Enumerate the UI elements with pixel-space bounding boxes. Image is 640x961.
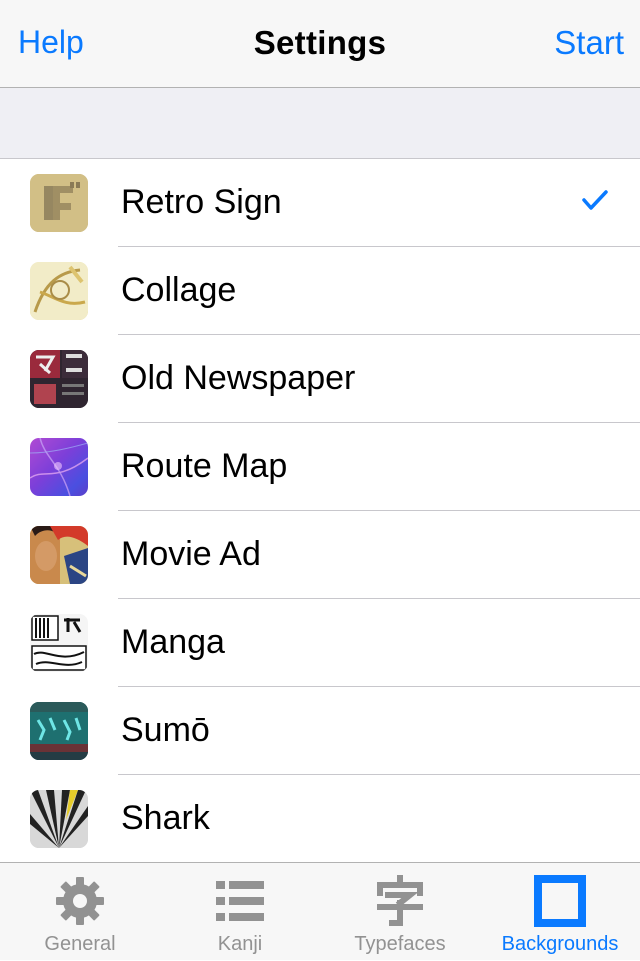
- retro-sign-thumbnail: [30, 174, 88, 232]
- background-label: Retro Sign: [121, 183, 282, 221]
- background-row-route-map[interactable]: Route Map: [0, 423, 640, 511]
- gear-icon: [56, 877, 104, 925]
- section-header-spacer: [0, 88, 640, 159]
- shark-thumbnail: [30, 790, 88, 848]
- square-icon: [534, 875, 586, 927]
- list-icon: [216, 881, 264, 921]
- background-label: Movie Ad: [121, 535, 261, 573]
- tab-general[interactable]: General: [0, 863, 160, 961]
- background-label: Shark: [121, 799, 210, 837]
- start-button[interactable]: Start: [554, 24, 624, 62]
- tab-backgrounds[interactable]: Backgrounds: [480, 863, 640, 961]
- background-label: Route Map: [121, 447, 288, 485]
- page-title: Settings: [253, 24, 387, 61]
- tab-label: Typefaces: [354, 933, 446, 955]
- background-row-manga[interactable]: Manga: [0, 599, 640, 687]
- navigation-bar: Help Settings Start: [0, 0, 640, 88]
- background-label: Sumō: [121, 711, 210, 749]
- tab-label: Kanji: [217, 933, 263, 955]
- manga-thumbnail: [30, 614, 88, 672]
- background-label: Collage: [121, 271, 237, 309]
- background-row-sumo[interactable]: Sumō: [0, 687, 640, 775]
- tab-label: Backgrounds: [501, 933, 619, 955]
- background-row-movie-ad[interactable]: Movie Ad: [0, 511, 640, 599]
- background-label: Manga: [121, 623, 225, 661]
- checkmark-icon: [582, 190, 608, 210]
- movie-ad-thumbnail: [30, 526, 88, 584]
- tab-label: General: [44, 933, 116, 955]
- background-row-old-newspaper[interactable]: Old Newspaper: [0, 335, 640, 423]
- old-newspaper-thumbnail: [30, 350, 88, 408]
- tab-bar: General Kanji Typefaces Backgrounds: [0, 862, 640, 960]
- sumo-thumbnail: [30, 702, 88, 760]
- background-row-retro-sign[interactable]: Retro Sign: [0, 159, 640, 247]
- background-row-shark[interactable]: Shark: [0, 775, 640, 863]
- tab-typefaces[interactable]: Typefaces: [320, 863, 480, 961]
- kanji-character-icon: [377, 875, 423, 926]
- route-map-thumbnail: [30, 438, 88, 496]
- collage-thumbnail: [30, 262, 88, 320]
- backgrounds-list: Retro Sign Collage Old Newspaper Route M…: [0, 159, 640, 863]
- background-label: Old Newspaper: [121, 359, 356, 397]
- background-row-collage[interactable]: Collage: [0, 247, 640, 335]
- tab-kanji[interactable]: Kanji: [160, 863, 320, 961]
